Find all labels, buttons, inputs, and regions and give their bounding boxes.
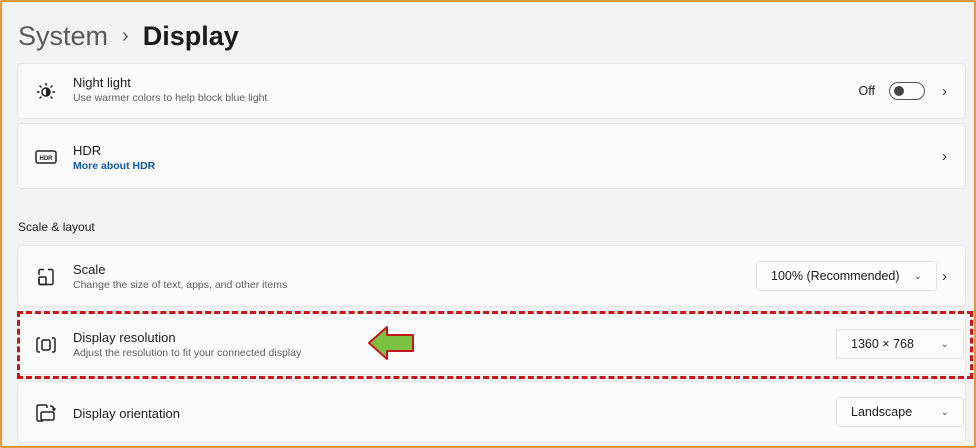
chevron-right-icon[interactable]: › bbox=[942, 83, 947, 100]
pointer-arrow-icon bbox=[368, 326, 414, 360]
section-title-scale-layout: Scale & layout bbox=[18, 220, 95, 234]
night-light-title: Night light bbox=[73, 75, 131, 90]
chevron-right-icon[interactable]: › bbox=[942, 268, 947, 285]
chevron-down-icon: ⌄ bbox=[913, 270, 922, 282]
night-light-text: Night light Use warmer colors to help bl… bbox=[73, 74, 267, 106]
hdr-text: HDR More about HDR bbox=[73, 142, 155, 174]
display-orientation-dropdown[interactable]: Landscape ⌄ bbox=[836, 397, 964, 427]
toggle-knob bbox=[894, 86, 904, 96]
display-resolution-text: Display resolution Adjust the resolution… bbox=[73, 329, 301, 361]
night-light-icon bbox=[34, 80, 58, 104]
display-resolution-icon bbox=[34, 333, 58, 357]
display-resolution-description: Adjust the resolution to fit your connec… bbox=[73, 347, 302, 359]
display-orientation-dropdown-value: Landscape bbox=[851, 405, 913, 419]
hdr-icon: HDR bbox=[34, 145, 58, 169]
display-orientation-title: Display orientation bbox=[73, 406, 180, 421]
night-light-description: Use warmer colors to help block blue lig… bbox=[73, 92, 268, 104]
night-light-toggle-label: Off bbox=[858, 84, 875, 98]
display-resolution-title: Display resolution bbox=[73, 330, 176, 345]
display-resolution-dropdown[interactable]: 1360 × 768 ⌄ bbox=[836, 329, 964, 359]
display-resolution-row[interactable]: Display resolution Adjust the resolution… bbox=[17, 313, 966, 375]
scale-dropdown[interactable]: 100% (Recommended) ⌄ bbox=[756, 261, 937, 291]
night-light-toggle[interactable] bbox=[889, 82, 925, 100]
chevron-down-icon: ⌄ bbox=[940, 406, 949, 418]
scale-dropdown-value: 100% (Recommended) bbox=[771, 269, 900, 283]
svg-text:HDR: HDR bbox=[40, 156, 54, 162]
breadcrumb: System › Display bbox=[18, 14, 239, 58]
night-light-row[interactable]: Night light Use warmer colors to help bl… bbox=[17, 63, 966, 119]
display-resolution-dropdown-value: 1360 × 768 bbox=[851, 337, 914, 351]
scale-description: Change the size of text, apps, and other… bbox=[73, 279, 288, 291]
page-title: Display bbox=[142, 20, 239, 51]
scale-text: Scale Change the size of text, apps, and… bbox=[73, 261, 287, 293]
hdr-title: HDR bbox=[73, 143, 102, 158]
scale-icon bbox=[34, 265, 58, 289]
scale-row[interactable]: Scale Change the size of text, apps, and… bbox=[17, 245, 966, 307]
hdr-row[interactable]: HDR HDR More about HDR › bbox=[17, 123, 966, 189]
chevron-right-icon[interactable]: › bbox=[942, 148, 947, 165]
scale-title: Scale bbox=[73, 262, 106, 277]
display-orientation-icon bbox=[34, 401, 58, 425]
more-about-hdr-link[interactable]: More about HDR bbox=[73, 159, 155, 174]
display-orientation-text: Display orientation bbox=[73, 405, 180, 422]
chevron-down-icon: ⌄ bbox=[940, 338, 949, 350]
breadcrumb-separator: › bbox=[122, 24, 129, 47]
display-orientation-row[interactable]: Display orientation Landscape ⌄ bbox=[17, 381, 966, 443]
breadcrumb-system[interactable]: System bbox=[18, 21, 108, 52]
